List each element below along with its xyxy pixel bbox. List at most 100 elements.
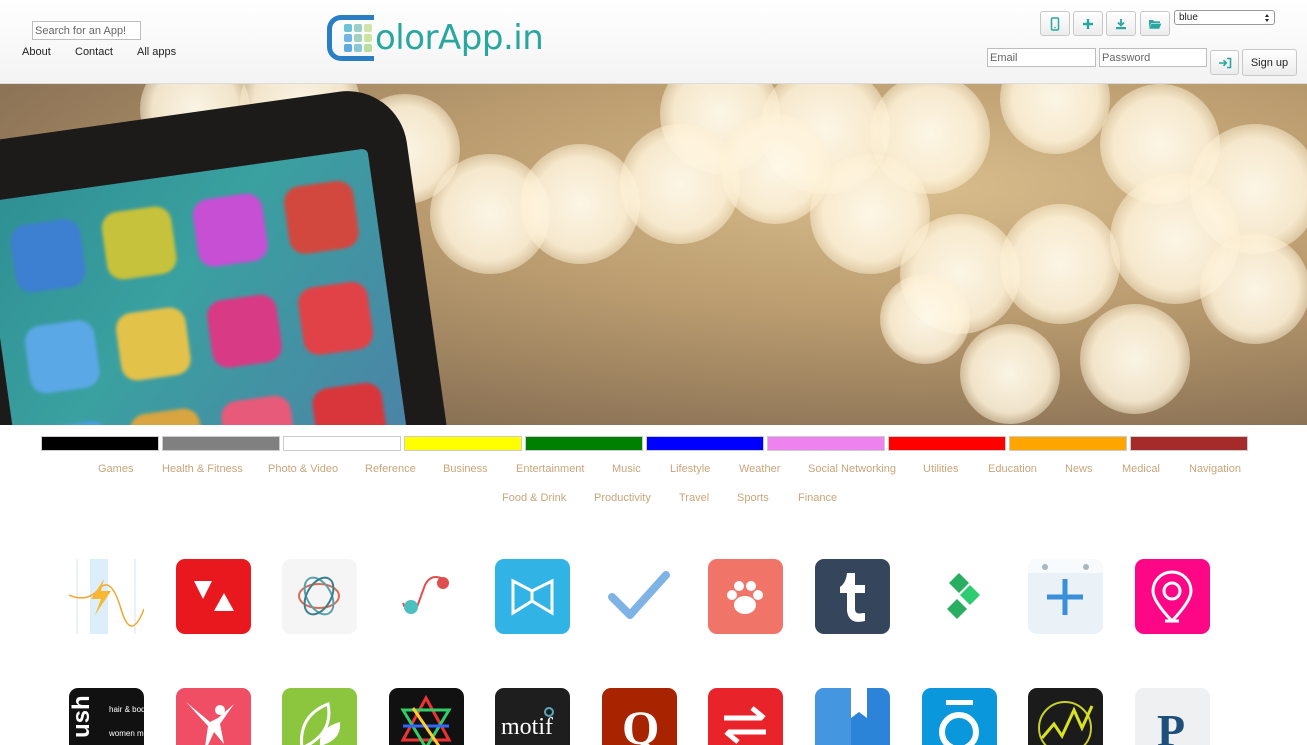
category-music[interactable]: Music <box>612 463 641 475</box>
app-icon-pink-pin[interactable] <box>1135 559 1210 634</box>
category-entertainment[interactable]: Entertainment <box>516 463 584 475</box>
quora-q-icon: Q <box>622 702 659 745</box>
map-pin-icon <box>1151 570 1193 624</box>
plus-icon <box>1083 18 1093 29</box>
transfer-arrows-icon <box>724 706 766 744</box>
signup-button[interactable]: Sign up <box>1242 49 1297 76</box>
color-select[interactable]: blue <box>1174 10 1275 25</box>
color-swatch-violet[interactable] <box>767 436 885 451</box>
color-swatch-gray[interactable] <box>162 436 280 451</box>
login-icon <box>1218 57 1231 68</box>
nav-contact-link[interactable]: Contact <box>75 46 113 58</box>
site-logo[interactable]: olorApp.in <box>327 12 544 64</box>
svg-text:P: P <box>1157 705 1185 745</box>
app-icon-bookmark[interactable] <box>815 688 890 745</box>
category-business[interactable]: Business <box>443 463 488 475</box>
app-icon-leaf[interactable] <box>282 688 357 745</box>
app-icon-transfer[interactable] <box>708 688 783 745</box>
link-dots-icon <box>402 576 449 614</box>
app-icon-paw[interactable] <box>708 559 783 634</box>
app-icon-rush-salon[interactable]: ush hair & body women men <box>69 688 144 745</box>
folder-button[interactable] <box>1140 11 1170 36</box>
lightning-icon <box>69 559 144 634</box>
download-button[interactable] <box>1106 11 1136 36</box>
category-medical[interactable]: Medical <box>1122 463 1160 475</box>
hero-image <box>0 84 1307 425</box>
logo-text: olorApp.in <box>375 18 544 58</box>
category-weather[interactable]: Weather <box>739 463 780 475</box>
header: About Contact All apps olorApp.in <box>0 0 1307 84</box>
app-icon-motif[interactable]: motif <box>495 688 570 745</box>
color-swatch-black[interactable] <box>41 436 159 451</box>
category-news[interactable]: News <box>1065 463 1093 475</box>
circle-bar-icon <box>939 700 979 745</box>
diamonds-icon <box>947 573 980 619</box>
color-select-value: blue <box>1179 12 1198 23</box>
category-education[interactable]: Education <box>988 463 1037 475</box>
book-icon <box>511 578 554 616</box>
color-swatch-brown[interactable] <box>1130 436 1248 451</box>
app-icon-p[interactable]: P <box>1135 688 1210 745</box>
app-icon-vivino[interactable] <box>176 559 251 634</box>
page: About Contact All apps olorApp.in <box>0 0 1307 745</box>
app-icon-tumblr[interactable] <box>815 559 890 634</box>
app-icon-dots-line[interactable] <box>389 559 464 634</box>
category-photo-video[interactable]: Photo & Video <box>268 463 338 475</box>
app-icon-weather-lightning[interactable] <box>69 559 144 634</box>
dancer-icon <box>186 702 234 745</box>
category-navigation[interactable]: Navigation <box>1189 463 1241 475</box>
phone-photo <box>0 84 457 425</box>
category-sports[interactable]: Sports <box>737 492 769 504</box>
chart-gauge-icon <box>1038 701 1094 745</box>
color-swatch-red[interactable] <box>888 436 1006 451</box>
app-icon-headspace-rings[interactable] <box>282 559 357 634</box>
add-button[interactable] <box>1073 11 1103 36</box>
download-icon <box>1116 18 1126 29</box>
category-reference[interactable]: Reference <box>365 463 416 475</box>
color-swatch-green[interactable] <box>525 436 643 451</box>
plus-calendar-icon <box>1028 559 1103 615</box>
svg-text:motif: motif <box>501 714 553 740</box>
category-health-fitness[interactable]: Health & Fitness <box>162 463 243 475</box>
tumblr-t-icon <box>840 573 865 622</box>
svg-text:women men: women men <box>108 729 144 738</box>
motif-text-icon: motif <box>501 707 554 740</box>
category-lifestyle[interactable]: Lifestyle <box>670 463 710 475</box>
nav-about-link[interactable]: About <box>22 46 51 58</box>
color-swatch-blue[interactable] <box>646 436 764 451</box>
color-swatch-yellow[interactable] <box>404 436 522 451</box>
mobile-button[interactable] <box>1040 11 1070 36</box>
rings-icon <box>298 576 340 616</box>
category-utilities[interactable]: Utilities <box>923 463 958 475</box>
color-swatch-white[interactable] <box>283 436 401 451</box>
email-field[interactable] <box>987 48 1096 67</box>
logo-mark <box>327 15 374 61</box>
category-social-networking[interactable]: Social Networking <box>808 463 896 475</box>
app-icon-circle-o[interactable] <box>922 688 997 745</box>
app-icon-chart-gauge[interactable] <box>1028 688 1103 745</box>
p-letter-icon: P <box>1157 705 1185 745</box>
category-finance[interactable]: Finance <box>798 492 837 504</box>
app-icon-quora[interactable]: Q <box>602 688 677 745</box>
password-field[interactable] <box>1099 48 1207 67</box>
svg-text:ush: ush <box>69 695 95 738</box>
app-icon-wunderlist-check[interactable] <box>602 559 677 634</box>
search-input[interactable] <box>32 21 141 40</box>
folder-open-icon <box>1149 19 1162 29</box>
rush-text-icon: ush hair & body women men <box>69 695 144 738</box>
color-swatch-orange[interactable] <box>1009 436 1127 451</box>
select-arrows-icon <box>1265 13 1269 22</box>
category-games[interactable]: Games <box>98 463 133 475</box>
nav-all-apps-link[interactable]: All apps <box>137 46 176 58</box>
category-travel[interactable]: Travel <box>679 492 709 504</box>
category-productivity[interactable]: Productivity <box>594 492 651 504</box>
app-icon-dancer[interactable] <box>176 688 251 745</box>
category-food-drink[interactable]: Food & Drink <box>502 492 566 504</box>
mobile-icon <box>1050 16 1060 31</box>
login-button[interactable] <box>1210 50 1239 75</box>
triangles-icon <box>194 581 234 611</box>
app-icon-calendar-plus[interactable] <box>1028 559 1103 634</box>
app-icon-green-diamonds[interactable] <box>922 559 997 634</box>
app-icon-colorful-triangles[interactable] <box>389 688 464 745</box>
app-icon-readability[interactable] <box>495 559 570 634</box>
